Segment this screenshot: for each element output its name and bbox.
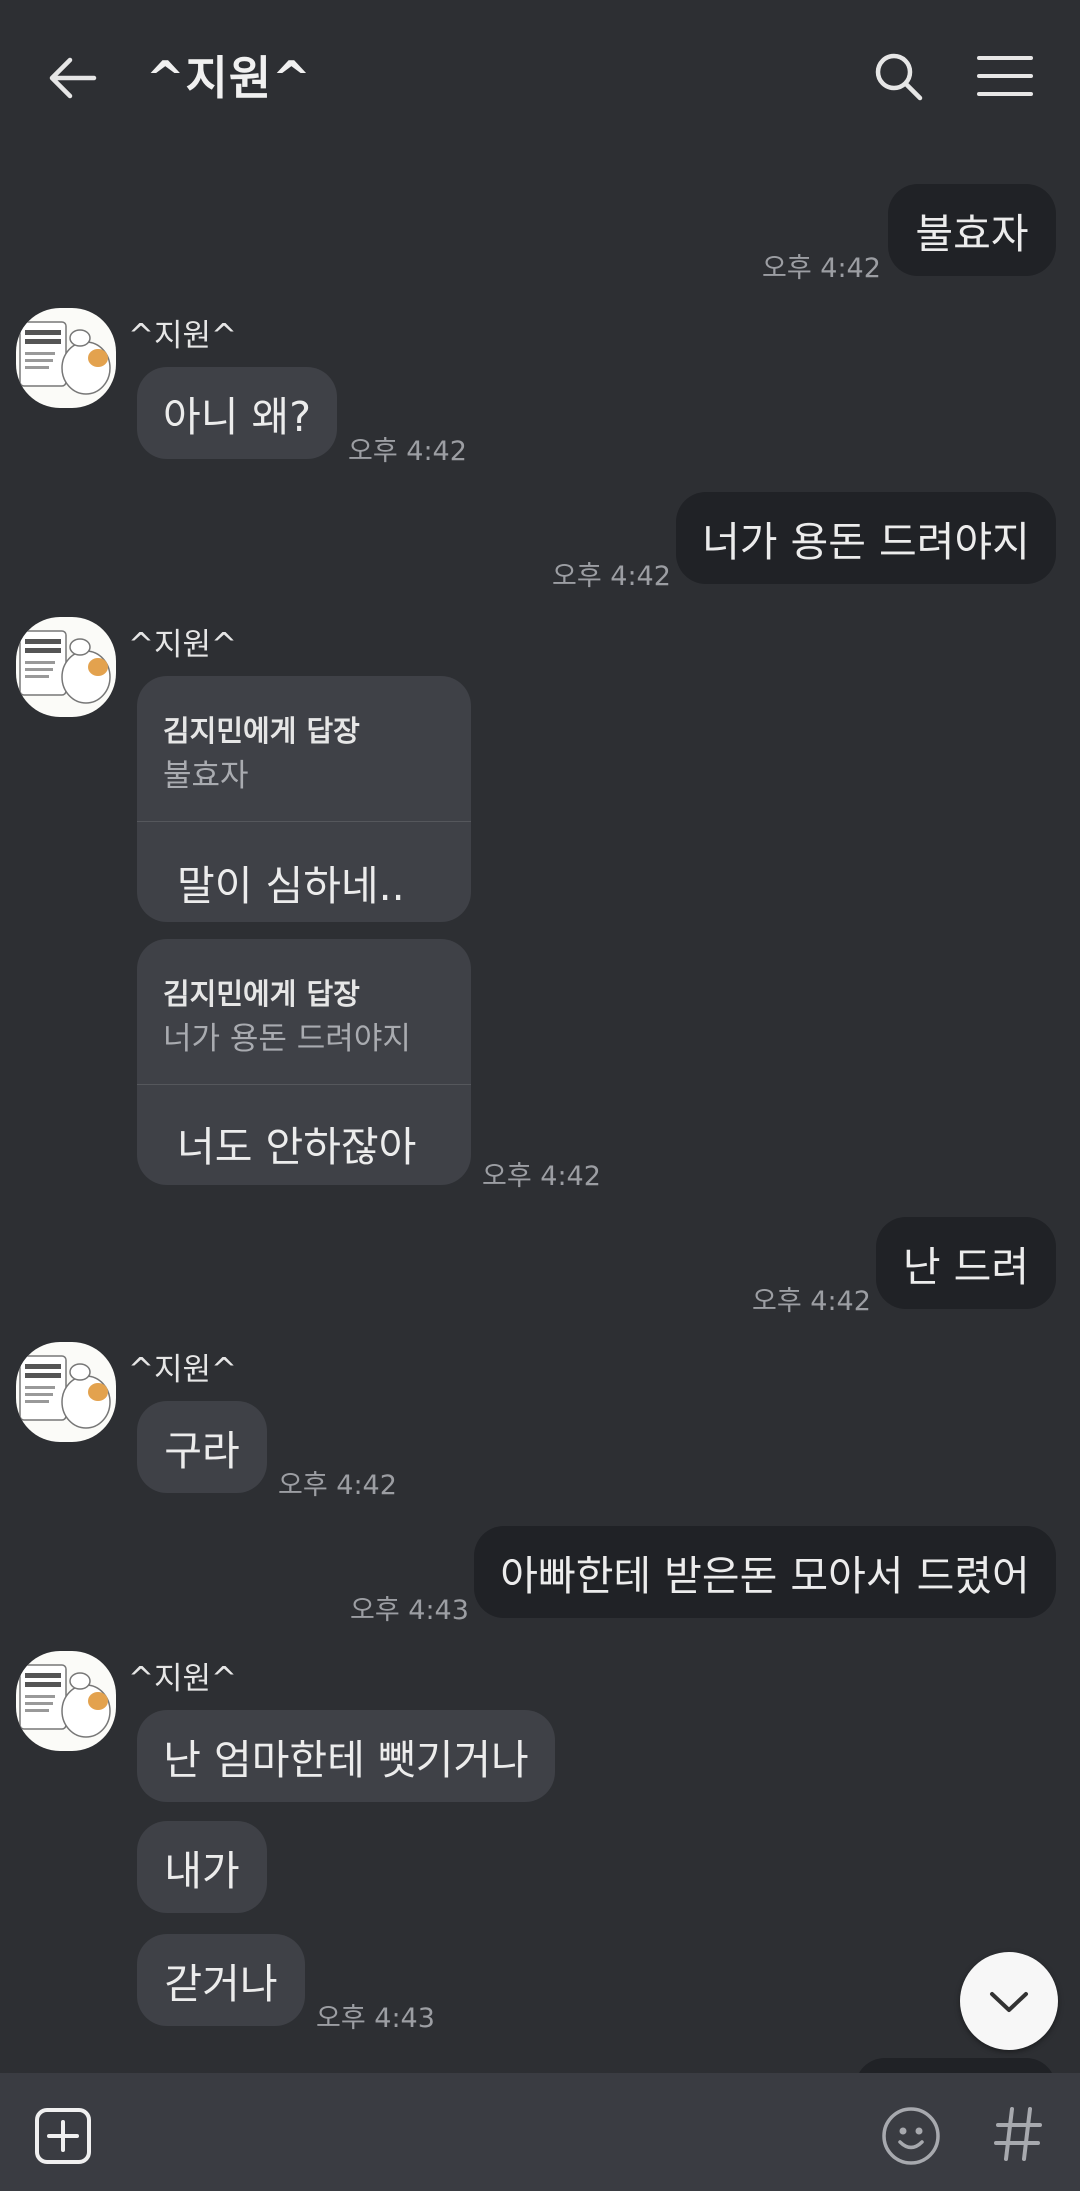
reply-divider: [137, 1084, 471, 1085]
smiley-icon[interactable]: [880, 2105, 942, 2167]
reply-quote: 불효자: [163, 758, 249, 794]
avatar[interactable]: [16, 1342, 116, 1442]
message-time: 오후 4:42: [552, 561, 671, 592]
sender-name: ^지원^: [128, 627, 237, 663]
incoming-message[interactable]: 내가: [137, 1821, 267, 1913]
avatar-image: [19, 1664, 111, 1738]
message-time: 오후 4:42: [348, 436, 467, 467]
outgoing-message[interactable]: 아빠한테 받은돈 모아서 드렸어: [474, 1526, 1056, 1618]
plus-square-icon[interactable]: [34, 2107, 92, 2165]
reply-quote: 너가 용돈 드려야지: [163, 1021, 411, 1057]
message-time: 오후 4:42: [752, 1286, 871, 1317]
avatar-image: [19, 321, 111, 395]
avatar-image: [19, 1355, 111, 1429]
incoming-message[interactable]: 갇거나: [137, 1934, 305, 2026]
reply-message[interactable]: 김지민에게 답장 너가 용돈 드려야지 너도 안하잖아: [137, 939, 471, 1185]
scroll-down-button[interactable]: [960, 1952, 1058, 2050]
chevron-down-icon: [990, 1992, 1028, 2012]
hamburger-menu-icon[interactable]: [977, 54, 1033, 98]
avatar[interactable]: [16, 617, 116, 717]
avatar[interactable]: [16, 1651, 116, 1751]
outgoing-message[interactable]: 난 드려: [876, 1217, 1056, 1309]
sender-name: ^지원^: [128, 318, 237, 354]
chat-header: ^지원^: [0, 0, 1080, 150]
avatar[interactable]: [16, 308, 116, 408]
input-bar: [0, 2073, 1080, 2191]
avatar-image: [19, 630, 111, 704]
message-time: 오후 4:42: [278, 1470, 397, 1501]
reply-text: 너도 안하잖아: [177, 1123, 417, 1171]
message-time: 오후 4:43: [316, 2003, 435, 2034]
sender-name: ^지원^: [128, 1352, 237, 1388]
message-time: 오후 4:42: [762, 253, 881, 284]
outgoing-message[interactable]: 너가 용돈 드려야지: [676, 492, 1056, 584]
arrow-left-icon[interactable]: [46, 54, 98, 102]
outgoing-message[interactable]: 불효자: [888, 184, 1056, 276]
search-icon[interactable]: [874, 52, 924, 102]
incoming-message[interactable]: 아니 왜?: [137, 367, 337, 459]
sender-name: ^지원^: [128, 1661, 237, 1697]
hashtag-icon[interactable]: [992, 2105, 1044, 2163]
reply-target-label: 김지민에게 답장: [163, 714, 360, 748]
message-time: 오후 4:43: [350, 1595, 469, 1626]
incoming-message[interactable]: 구라: [137, 1401, 267, 1493]
chat-title: ^지원^: [146, 51, 312, 105]
message-time: 오후 4:42: [482, 1161, 601, 1192]
incoming-message[interactable]: 난 엄마한테 뺏기거나: [137, 1710, 555, 1802]
reply-text: 말이 심하네..: [177, 862, 405, 910]
reply-message[interactable]: 김지민에게 답장 불효자 말이 심하네..: [137, 676, 471, 922]
reply-divider: [137, 821, 471, 822]
reply-target-label: 김지민에게 답장: [163, 977, 360, 1011]
